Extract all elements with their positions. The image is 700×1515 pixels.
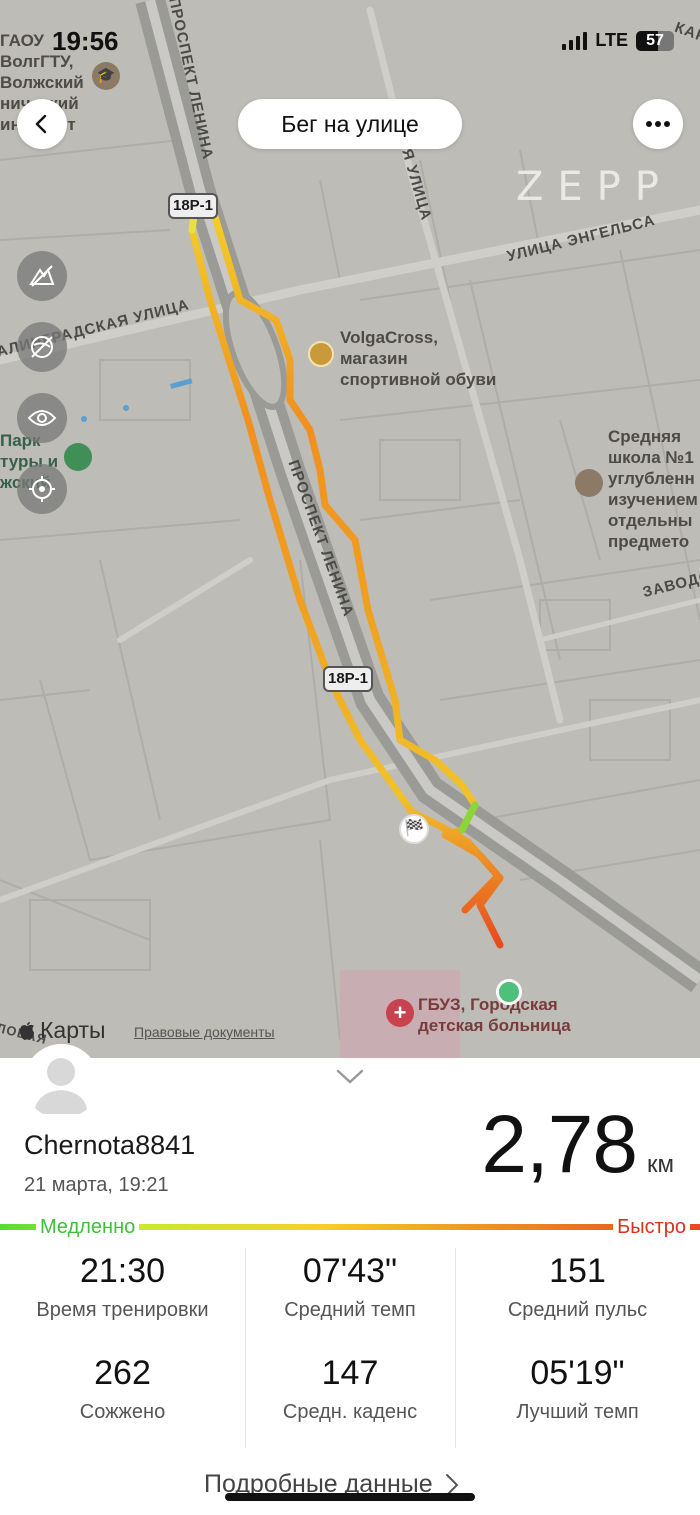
signal-icon <box>562 31 588 50</box>
start-point-icon <box>496 979 522 1005</box>
legal-link[interactable]: Правовые документы <box>134 1024 275 1040</box>
poi-volgacross[interactable]: VolgaCross, магазин спортивной обуви <box>340 327 496 390</box>
stats-grid: 21:30 Время тренировки 07'43" Средний темп… <box>0 1248 700 1452</box>
eye-icon <box>27 410 57 426</box>
layers-toggle-button[interactable] <box>17 322 67 372</box>
apple-icon <box>20 1021 34 1040</box>
status-indicators: LTE 57 <box>562 30 674 51</box>
stat-label: Лучший темп <box>516 1401 639 1423</box>
route-map[interactable]: 18Р-1 18Р-1 ПРОСПЕКТ ЛЕНИНА ПРОСПЕКТ ЛЕН… <box>0 0 700 1060</box>
stat-avg-cadence: 147 Средн. каденс <box>245 1350 455 1452</box>
pace-slow-label: Медленно <box>36 1216 140 1239</box>
stat-value: 07'43" <box>302 1252 398 1290</box>
chevron-down-icon <box>336 1069 364 1084</box>
poi-school[interactable]: Средняя школа №1 углубленн изучением отд… <box>608 426 698 552</box>
stat-value: 147 <box>321 1354 379 1392</box>
locate-button[interactable] <box>17 464 67 514</box>
finish-flag-icon: 🏁 <box>399 814 429 844</box>
hospital-icon: + <box>386 999 414 1027</box>
pace-fast-label: Быстро <box>613 1216 690 1239</box>
page-title: Бег на улице <box>238 99 462 149</box>
road-sign-top: 18Р-1 <box>168 193 218 219</box>
stat-label: Сожжено <box>79 1401 166 1423</box>
graduation-cap-icon: 🎓 <box>92 62 120 90</box>
more-button[interactable] <box>633 99 683 149</box>
stat-best-pace: 05'19" Лучший темп <box>455 1350 700 1452</box>
locate-icon <box>29 476 55 502</box>
user-avatar-icon <box>24 1044 99 1119</box>
distance-readout: 2,78 км <box>481 1098 674 1192</box>
tree-icon <box>64 443 92 471</box>
zepp-watermark: ZEPP <box>516 164 673 210</box>
network-type: LTE <box>595 30 628 50</box>
maps-brand-text: Карты <box>40 1017 106 1043</box>
stat-label: Средний темп <box>284 1299 416 1321</box>
satellite-toggle-button[interactable] <box>17 251 67 301</box>
layers-off-icon <box>31 336 53 358</box>
stat-value: 21:30 <box>79 1252 166 1290</box>
workout-date: 21 марта, 19:21 <box>24 1174 169 1196</box>
avatar[interactable] <box>24 1044 99 1119</box>
battery-icon: 57 <box>636 30 674 51</box>
stat-value: 05'19" <box>530 1354 625 1392</box>
stat-label: Средний пульс <box>507 1299 648 1321</box>
collapse-button[interactable] <box>335 1068 365 1091</box>
stats-divider <box>455 1248 456 1448</box>
stats-divider <box>245 1248 246 1448</box>
stat-avg-heart-rate: 151 Средний пульс <box>455 1248 700 1350</box>
ellipsis-icon <box>646 121 670 127</box>
stat-workout-time: 21:30 Время тренировки <box>0 1248 245 1350</box>
road-sign-mid: 18Р-1 <box>323 666 373 692</box>
map-base <box>0 0 700 1060</box>
username: Chernota8841 <box>24 1130 196 1160</box>
stat-avg-pace: 07'43" Средний темп <box>245 1248 455 1350</box>
visibility-button[interactable] <box>17 393 67 443</box>
shopping-bag-icon <box>308 341 334 367</box>
stat-calories: 262 Сожжено <box>0 1350 245 1452</box>
stat-value: 151 <box>549 1252 606 1290</box>
distance-unit: км <box>647 1151 674 1178</box>
distance-value: 2,78 <box>481 1099 638 1190</box>
home-indicator[interactable] <box>225 1493 475 1501</box>
stat-value: 262 <box>94 1354 151 1392</box>
stat-label: Средн. каденс <box>282 1401 418 1423</box>
back-button[interactable] <box>17 99 67 149</box>
poi-hospital[interactable]: ГБУЗ, Городская детская больница <box>418 994 571 1036</box>
satellite-off-icon <box>29 265 55 287</box>
school-icon <box>575 469 603 497</box>
chevron-left-icon <box>35 114 47 134</box>
apple-maps-logo: Карты <box>18 1017 106 1044</box>
stat-label: Время тренировки <box>36 1299 209 1321</box>
battery-level: 57 <box>646 31 664 49</box>
workout-summary-panel: Chernota8841 21 марта, 19:21 2,78 км Мед… <box>0 1044 700 1515</box>
status-time: 19:56 <box>52 26 119 56</box>
